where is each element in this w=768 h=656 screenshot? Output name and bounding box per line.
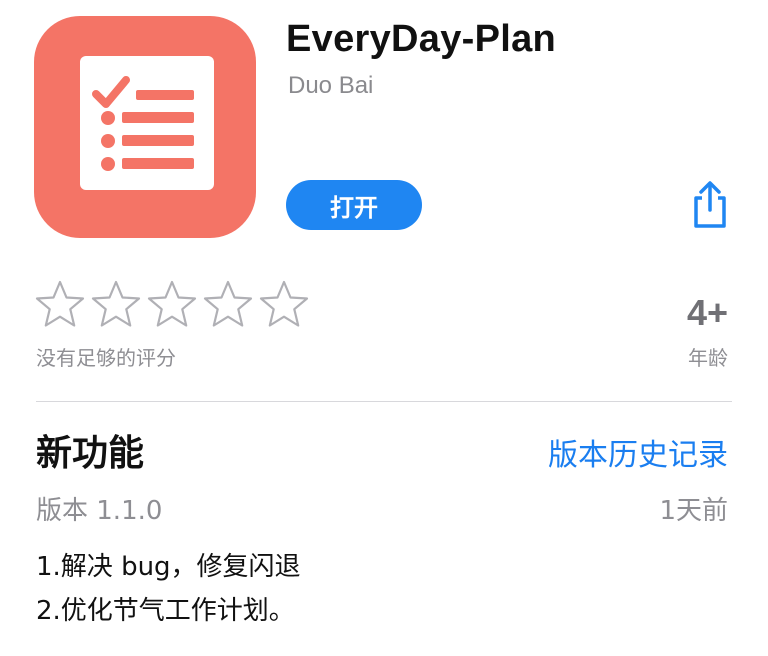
rating-note: 没有足够的评分 bbox=[36, 346, 176, 370]
release-date: 1天前 bbox=[659, 496, 728, 526]
rating-stars bbox=[34, 278, 310, 330]
checklist-icon bbox=[80, 56, 214, 190]
star-empty-icon bbox=[35, 280, 85, 327]
star-empty-icon bbox=[259, 280, 309, 327]
app-title: EveryDay-Plan bbox=[286, 18, 557, 60]
version-history-link[interactable]: 版本历史记录 bbox=[548, 430, 728, 474]
age-rating-value: 4+ bbox=[686, 292, 728, 333]
app-icon bbox=[34, 16, 256, 238]
release-notes: 1.解决 bug，修复闪退 2.优化节气工作计划。 bbox=[36, 545, 301, 633]
share-icon[interactable] bbox=[688, 180, 732, 232]
star-empty-icon bbox=[91, 280, 141, 327]
open-button[interactable]: 打开 bbox=[286, 180, 422, 230]
release-note-line: 2.优化节气工作计划。 bbox=[36, 596, 295, 626]
divider bbox=[36, 401, 732, 402]
star-empty-icon bbox=[203, 280, 253, 327]
star-empty-icon bbox=[147, 280, 197, 327]
developer-link[interactable]: Duo Bai bbox=[288, 72, 373, 100]
version-number: 版本 1.1.0 bbox=[36, 496, 163, 526]
whats-new-title: 新功能 bbox=[36, 433, 145, 474]
release-note-line: 1.解决 bug，修复闪退 bbox=[36, 552, 301, 582]
age-rating-label: 年龄 bbox=[688, 346, 728, 370]
